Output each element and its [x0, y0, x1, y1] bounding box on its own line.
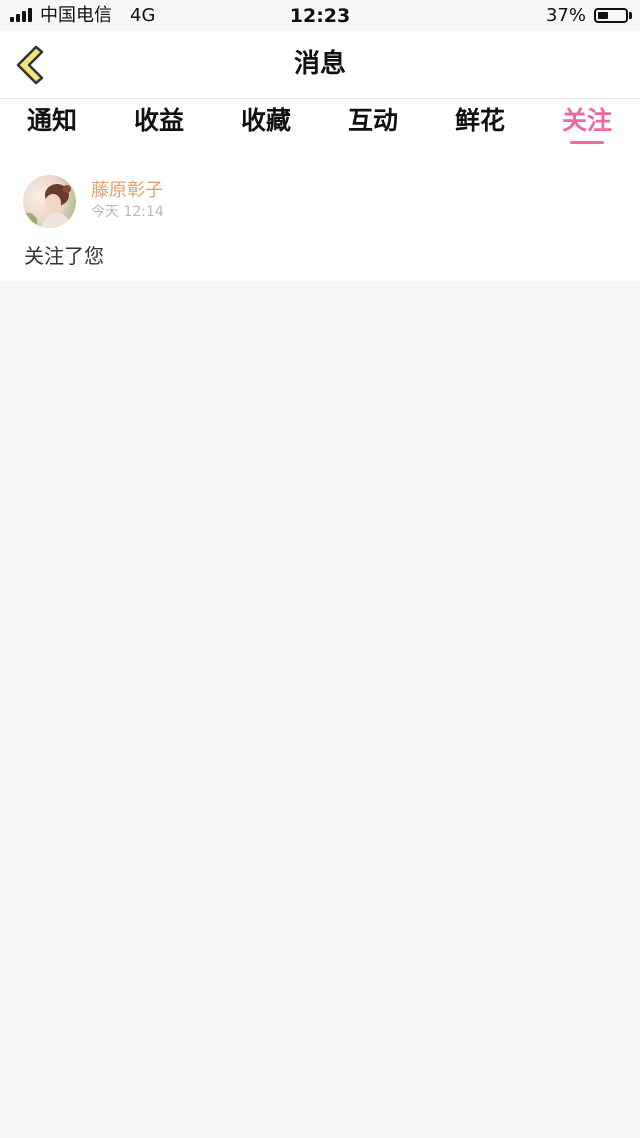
tab-bar: 通知 收益 收藏 互动 鲜花 关注	[0, 99, 640, 155]
tab-flowers[interactable]: 鲜花	[440, 105, 520, 137]
tab-follows[interactable]: 关注	[547, 105, 627, 137]
screen: 中国电信 4G 12:23 37% 消息 通知 收益 收藏 互动 鲜花 关注 藤…	[0, 0, 640, 1138]
status-bar: 中国电信 4G 12:23 37%	[0, 0, 640, 31]
header: 消息	[0, 31, 640, 99]
battery-percent: 37%	[545, 5, 586, 26]
battery-level	[598, 12, 608, 19]
message-item[interactable]: 藤原彰子 今天 12:14 关注了您	[0, 155, 640, 281]
tab-favorites[interactable]: 收藏	[226, 105, 306, 137]
sender-name[interactable]: 藤原彰子	[91, 179, 163, 203]
page-title: 消息	[293, 49, 346, 79]
battery-tip	[629, 12, 632, 19]
battery-icon	[594, 8, 628, 23]
status-time: 12:23	[289, 5, 351, 27]
tab-interactions[interactable]: 互动	[333, 105, 413, 137]
active-tab-indicator	[570, 141, 604, 144]
avatar[interactable]	[23, 175, 76, 228]
tab-notifications[interactable]: 通知	[12, 105, 92, 137]
avatar-image	[23, 175, 76, 228]
message-time: 今天 12:14	[91, 204, 164, 220]
message-text: 关注了您	[24, 244, 104, 268]
tab-earnings[interactable]: 收益	[119, 105, 199, 137]
